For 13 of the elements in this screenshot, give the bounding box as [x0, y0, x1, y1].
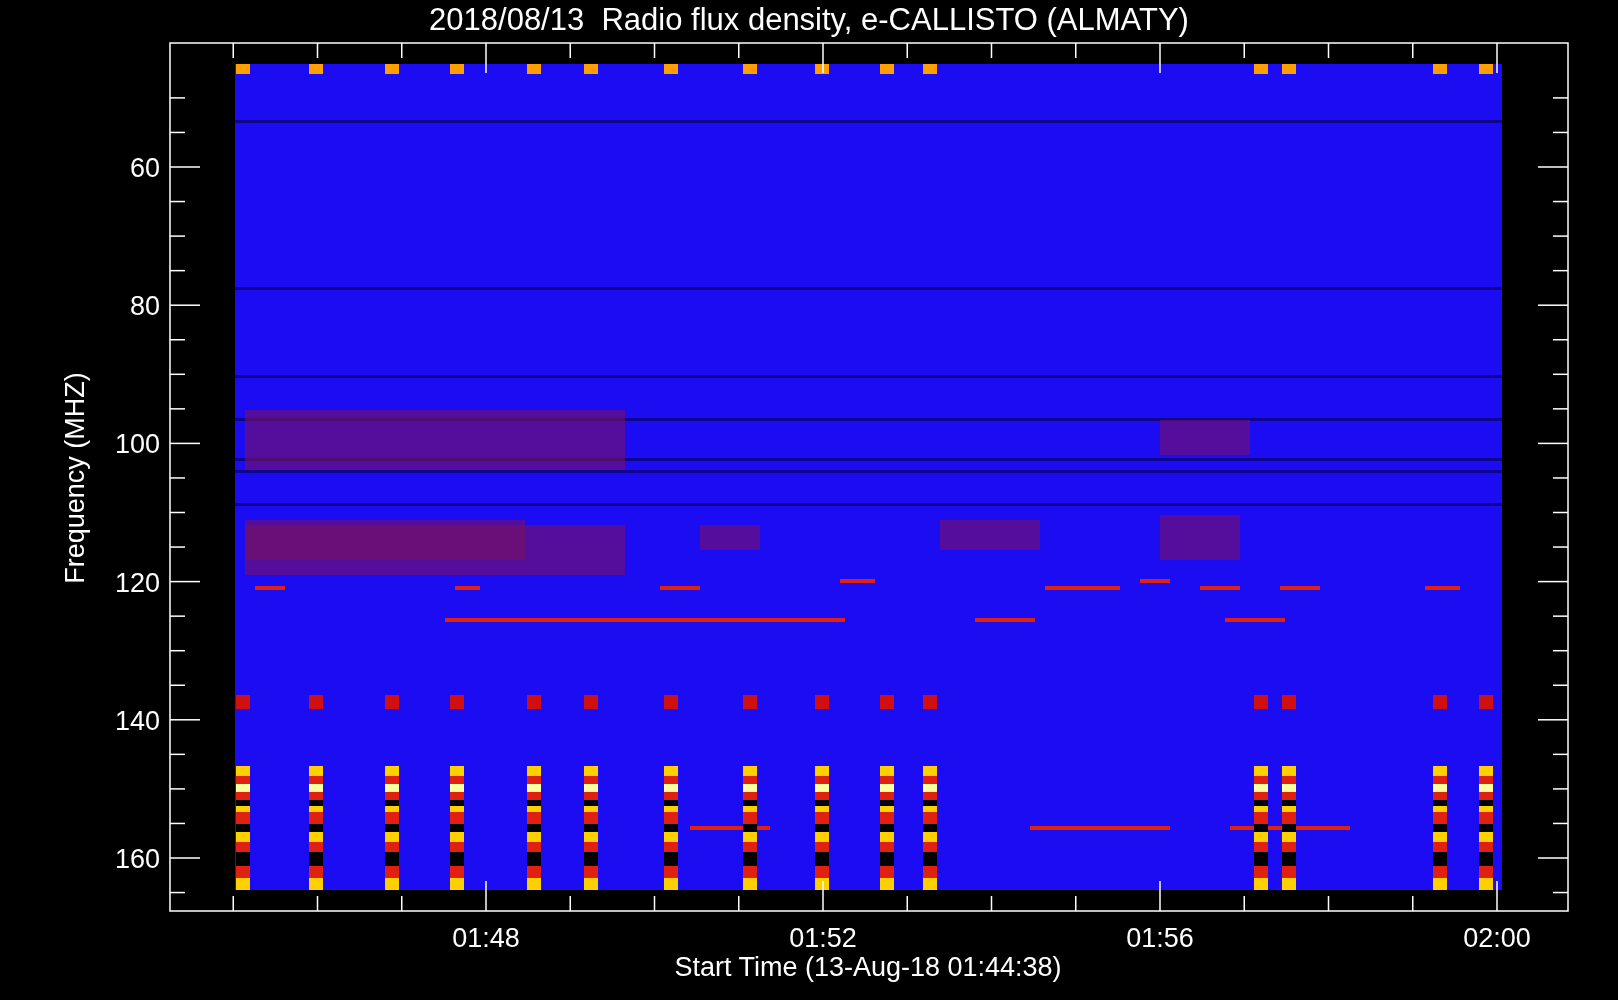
- x-axis-title: Start Time (13-Aug-18 01:44:38): [674, 952, 1062, 982]
- y-tick-label: 60: [129, 153, 160, 183]
- x-tick-label: 01:48: [452, 923, 520, 953]
- y-tick-label: 160: [114, 844, 160, 874]
- y-tick-label: 140: [114, 705, 160, 736]
- y-tick-label: 120: [114, 567, 160, 598]
- x-tick-label: 01:52: [789, 923, 857, 953]
- y-tick-label: 80: [129, 291, 160, 322]
- chart-title: 2018/08/13 Radio flux density, e-CALLISTO (ALMATY): [429, 2, 1189, 37]
- x-tick-label: 02:00: [1463, 923, 1531, 953]
- y-tick-label: 100: [114, 429, 160, 460]
- y-axis-title: Frequency (MHZ): [60, 372, 90, 584]
- x-tick-label: 01:56: [1126, 923, 1194, 953]
